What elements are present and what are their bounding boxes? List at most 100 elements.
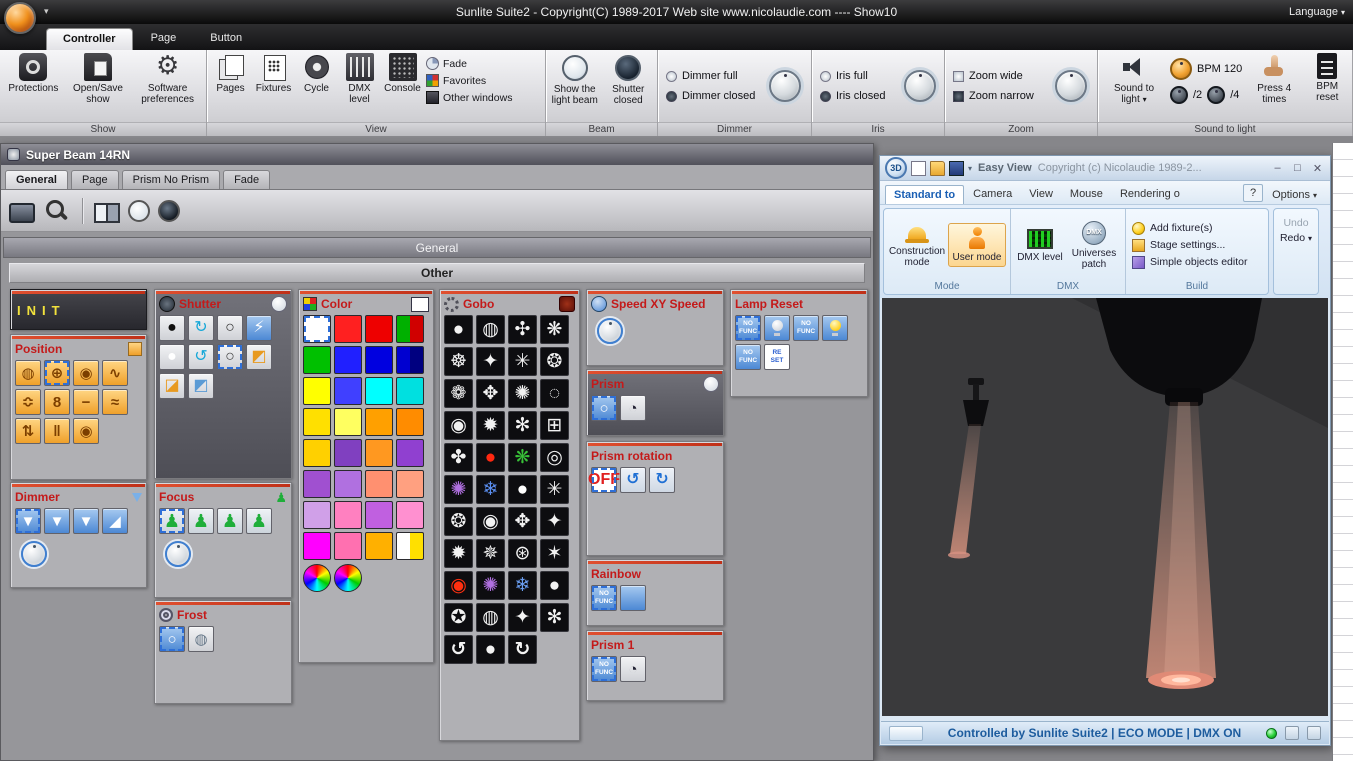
color-swatch[interactable] [303, 470, 331, 498]
shutter-open-icon[interactable] [271, 296, 287, 312]
view-small-button[interactable]: Favorites [426, 74, 512, 87]
protections-button[interactable]: Protections [3, 51, 63, 96]
view-big-button[interactable]: Console [381, 51, 424, 107]
position-preset-tile[interactable]: ◉ [73, 418, 99, 444]
iris-full-button[interactable]: Iris full [820, 70, 886, 82]
panel-init[interactable]: INIT [10, 289, 147, 330]
color-swatch[interactable] [334, 408, 362, 436]
sound-to-light-button[interactable]: Sound to light ▾ [1106, 51, 1162, 107]
color-swatch[interactable] [303, 315, 331, 343]
gobo-preset-tile[interactable]: ⊛ [508, 539, 537, 568]
lamp-reset-tile[interactable]: NO FUNC [735, 315, 761, 341]
color-swatch[interactable] [334, 346, 362, 374]
gobo-preset-tile[interactable]: ◌ [540, 379, 569, 408]
gobo-preset-tile[interactable]: ❂ [444, 507, 473, 536]
gobo-preset-tile[interactable]: ✳ [508, 347, 537, 376]
shutter-closed-button[interactable]: Shutter closed [602, 51, 656, 106]
user-status-icon[interactable] [1307, 726, 1321, 740]
gobo-preset-tile[interactable]: ❄ [476, 475, 505, 504]
shutter-preset-tile[interactable]: ○ [217, 344, 243, 370]
gobo-preset-tile[interactable]: ❂ [540, 347, 569, 376]
scrollbar-thumb[interactable] [889, 725, 923, 741]
gobo-preset-tile[interactable]: ↺ [444, 635, 473, 664]
gobo-preset-tile[interactable]: ● [476, 443, 505, 472]
prism-rotation-tile[interactable]: OFF [588, 467, 620, 493]
shutter-preset-tile[interactable]: ● [159, 315, 185, 341]
iris-closed-button[interactable]: Iris closed [820, 90, 886, 102]
gobo-preset-tile[interactable]: ● [476, 635, 505, 664]
color-swatch[interactable] [334, 315, 362, 343]
color-swatch[interactable] [303, 377, 331, 405]
dimmer-preset-tile[interactable]: ▼ [73, 508, 99, 534]
position-icon[interactable] [128, 342, 142, 356]
gobo-preset-tile[interactable]: ✤ [444, 443, 473, 472]
superbeam-tab[interactable]: General [5, 170, 68, 189]
focus-preset-tile[interactable]: ♟ [188, 508, 214, 534]
superbeam-tab[interactable]: Prism No Prism [121, 170, 221, 189]
zoom-knob[interactable] [1055, 70, 1087, 102]
position-preset-tile[interactable]: ⇅ [15, 418, 41, 444]
color-wheel-tile[interactable] [303, 564, 331, 592]
color-swatch[interactable] [365, 346, 393, 374]
position-preset-tile[interactable]: ∿ [102, 360, 128, 386]
color-swatch[interactable] [334, 501, 362, 529]
gobo-preset-tile[interactable]: ◍ [476, 603, 505, 632]
dimmer-preset-tile[interactable]: ▼ [15, 508, 41, 534]
lamp-reset-tile[interactable]: RE SET [764, 344, 790, 370]
new-file-icon[interactable] [911, 160, 926, 176]
universes-patch-button[interactable]: DMX Universes patch [1067, 217, 1121, 274]
view-big-button[interactable]: Fixtures [252, 51, 295, 107]
color-swatch[interactable] [303, 439, 331, 467]
app-logo-icon[interactable] [4, 2, 36, 34]
beam-closed-button[interactable] [158, 199, 180, 222]
gobo-preset-tile[interactable]: ✶ [540, 539, 569, 568]
prism1-preset-tile[interactable]: NO FUNC [591, 656, 617, 682]
color-swatch[interactable] [303, 501, 331, 529]
easyview-tab[interactable]: Camera [965, 185, 1020, 204]
dmx-level-button[interactable]: DMX level [1015, 223, 1065, 267]
easyview-3d-logo-icon[interactable]: 3D [885, 157, 907, 179]
magnifier-icon[interactable] [43, 197, 71, 225]
build-menu-item[interactable]: Stage settings... [1132, 238, 1262, 252]
color-swatch[interactable] [365, 501, 393, 529]
shutter-preset-tile[interactable]: ↻ [188, 315, 214, 341]
gobo-preset-tile[interactable]: ❄ [508, 571, 537, 600]
bpm-knob[interactable] [1170, 58, 1192, 80]
color-wheel-tile[interactable] [334, 564, 362, 592]
frost-preset-tile[interactable]: ◍ [188, 626, 214, 652]
gobo-preset-tile[interactable]: ◍ [476, 315, 505, 344]
view-big-button[interactable]: Cycle [295, 51, 338, 107]
zoom-narrow-button[interactable]: Zoom narrow [953, 90, 1034, 102]
superbeam-tab[interactable]: Fade [223, 170, 271, 189]
construction-mode-button[interactable]: Construction mode [888, 218, 946, 272]
ribbon-tab[interactable]: Controller [46, 28, 133, 50]
gobo-preset-tile[interactable]: ◎ [540, 443, 569, 472]
color-swatch[interactable] [303, 532, 331, 560]
position-preset-tile[interactable]: 8 [44, 389, 70, 415]
quick-access-caret-icon[interactable]: ▾ [44, 6, 49, 17]
current-color-swatch[interactable] [411, 296, 429, 312]
chevron-down-icon[interactable]: ▾ [968, 164, 972, 173]
color-swatch[interactable] [365, 408, 393, 436]
gobo-preset-tile[interactable]: ✦ [508, 603, 537, 632]
gobo-preset-tile[interactable]: ❋ [508, 443, 537, 472]
color-swatch[interactable] [365, 377, 393, 405]
rainbow-preset-tile[interactable] [620, 585, 646, 611]
undo-button[interactable]: Undo [1283, 217, 1308, 229]
superbeam-tab[interactable]: Page [70, 170, 119, 189]
beam-open-button[interactable] [128, 199, 150, 222]
split-view-button[interactable] [94, 202, 120, 223]
color-swatch[interactable] [365, 470, 393, 498]
color-swatch[interactable] [334, 439, 362, 467]
user-mode-button[interactable]: User mode [948, 223, 1006, 267]
position-preset-tile[interactable]: ◍ [15, 360, 41, 386]
superbeam-titlebar[interactable]: Super Beam 14RN [1, 144, 873, 165]
color-swatch[interactable] [365, 439, 393, 467]
shutter-preset-tile[interactable]: ◩ [188, 373, 214, 399]
view-big-button[interactable]: DMX level [338, 51, 381, 107]
dimmer-preset-tile[interactable]: ◢ [102, 508, 128, 534]
gobo-preset-tile[interactable]: ❁ [444, 379, 473, 408]
easyview-titlebar[interactable]: 3D ▾ Easy View Copyright (c) Nicolaudie … [880, 156, 1330, 181]
gobo-preset-tile[interactable]: ◉ [444, 571, 473, 600]
gobo-preset-tile[interactable]: ● [444, 315, 473, 344]
